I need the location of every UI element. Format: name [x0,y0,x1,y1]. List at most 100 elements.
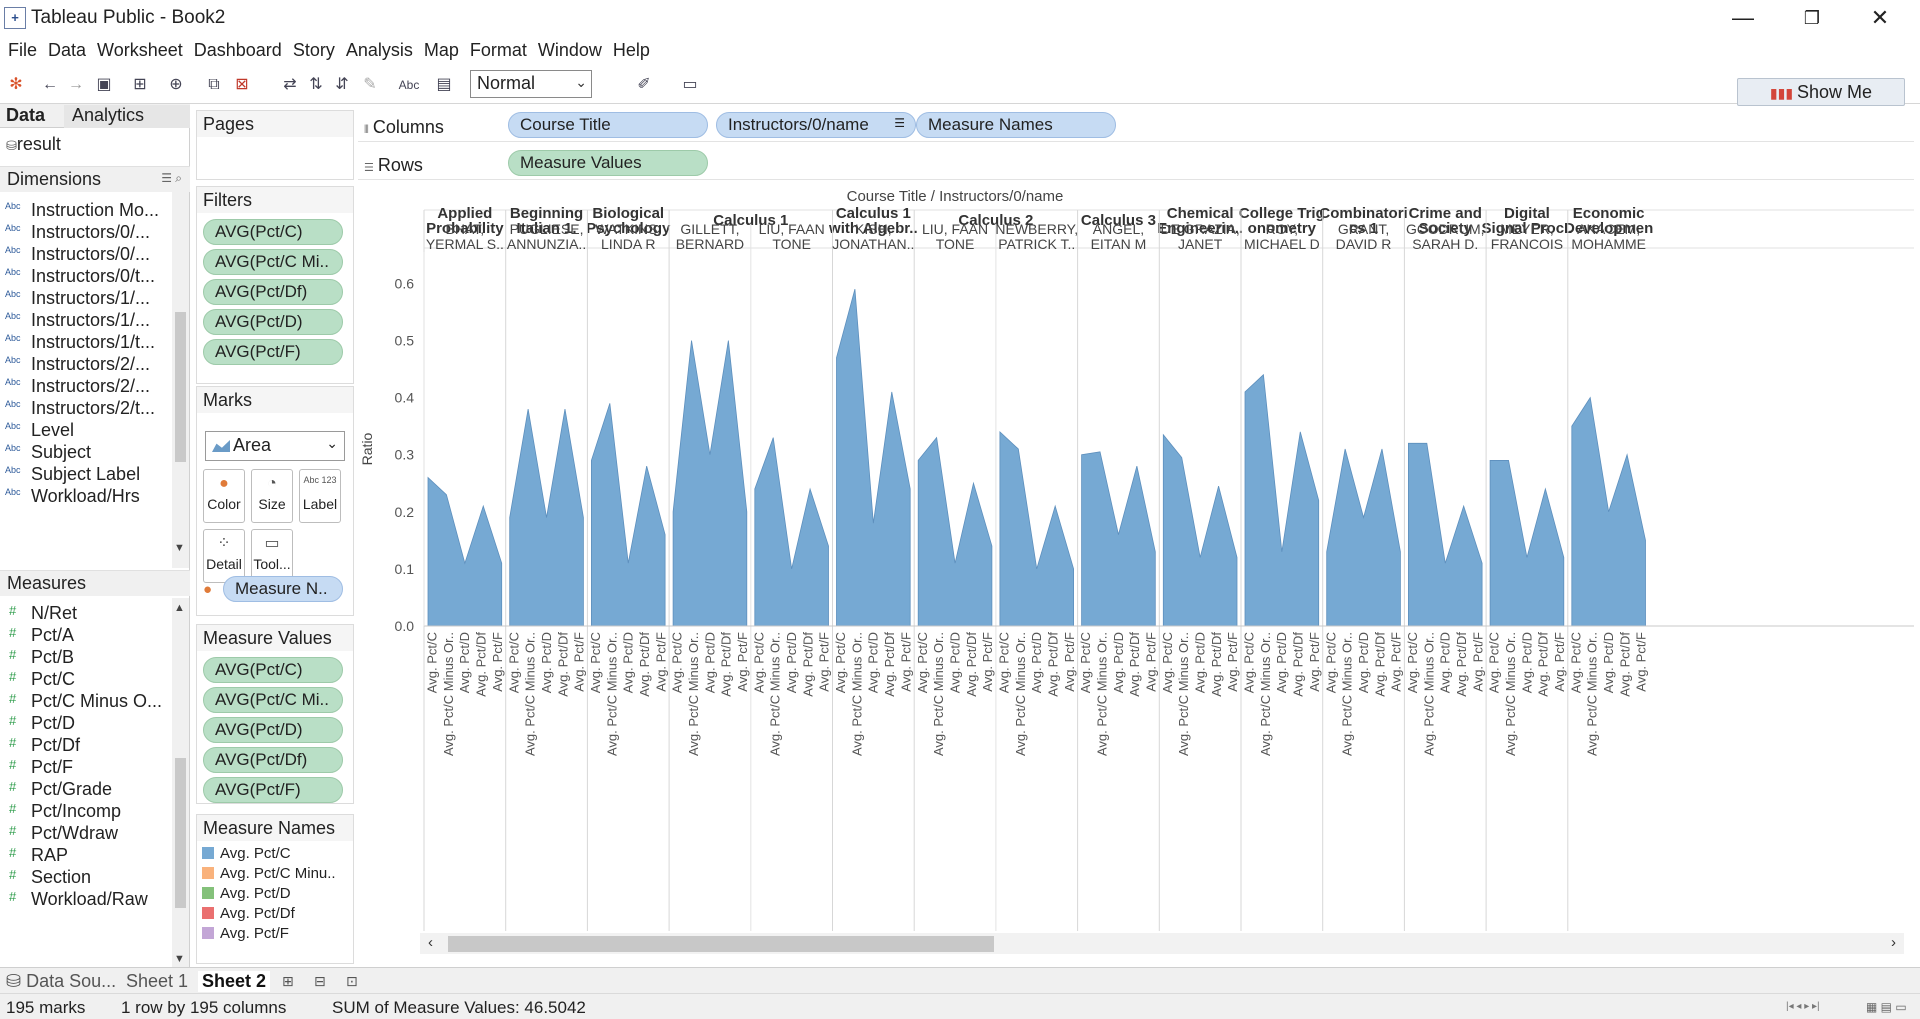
save-icon[interactable]: ▣ [94,75,114,95]
new-worksheet-icon[interactable]: ⊞ [282,973,294,990]
measure-value-pill[interactable]: AVG(Pct/F) [203,777,343,803]
view-mode-icon[interactable]: ▦ ▤ ▭ [1866,1000,1907,1014]
menu-item-worksheet[interactable]: Worksheet [97,36,191,66]
measure-value-pill[interactable]: AVG(Pct/C Mi.. [203,687,343,713]
area-chart[interactable]: Course Title / Instructors/0/name Ratio 0.… [358,186,1914,931]
legend-item[interactable]: Avg. Pct/C [202,845,291,865]
x-tick-label: Avg. Pct/F [572,632,587,692]
filter-pill[interactable]: AVG(Pct/D) [203,309,343,335]
tab-data[interactable]: Data [6,105,45,126]
new-story-icon[interactable]: ⊡ [346,973,358,990]
menu-item-story[interactable]: Story [293,36,343,66]
scroll-thumb[interactable] [175,758,186,908]
instructor-label: DE GRAZIA, [1160,221,1239,237]
legend-swatch [202,847,214,859]
pen-icon[interactable]: ✐ [634,75,654,95]
scroll-down-icon[interactable]: ▼ [174,542,185,554]
pages-title: Pages [197,111,353,137]
measure-value-pill[interactable]: AVG(Pct/C) [203,657,343,683]
rows-pill[interactable]: Measure Values [508,150,708,176]
size-mark-button[interactable]: ◔ Size [251,469,293,523]
columns-pill[interactable]: Measure Names [916,112,1116,138]
close-button[interactable]: ✕ [1850,2,1910,34]
horizontal-scrollbar[interactable]: ‹ › [420,933,1904,954]
swap-rows-columns-icon[interactable]: ⇄ [280,75,300,95]
menu-item-data[interactable]: Data [48,36,94,66]
measure-value-pill[interactable]: AVG(Pct/Df) [203,747,343,773]
show-me-button[interactable]: ▮▮▮ Show Me [1737,78,1905,106]
duplicate-sheet-icon[interactable]: ⧉ [204,75,224,95]
scroll-left-icon[interactable]: ‹ [428,934,433,951]
new-dashboard-icon[interactable]: ⊟ [314,973,326,990]
tab-sheet-1[interactable]: Sheet 1 [126,971,188,992]
columns-pill[interactable]: Course Title [508,112,708,138]
redo-icon[interactable]: → [66,75,86,95]
viz-area[interactable]: Course Title / Instructors/0/name Ratio 0.… [358,186,1914,961]
highlight-icon[interactable]: ✎ [360,75,380,95]
legend-item[interactable]: Avg. Pct/D [202,885,291,905]
label-mark-button[interactable]: Abc 123 Label [299,469,341,523]
scroll-thumb[interactable] [175,312,186,462]
columns-pill[interactable]: Instructors/0/name ☰ [716,112,916,138]
string-type-icon: Abc [5,333,21,343]
sort-ascending-icon[interactable]: ⇅ [306,75,326,95]
x-tick-label: Avg. Pct/C Minus Or.. [686,632,701,756]
tool-mark-button[interactable]: ▭ Tool... [251,529,293,583]
sheet-navigation-icon[interactable]: |◂ ◂ ▸ ▸| [1786,1001,1820,1012]
tab-datasource[interactable]: ⛁ Data Sou... [6,971,116,992]
clear-sheet-icon[interactable]: ⊠ [232,75,252,95]
x-tick-label: Avg. Pct/F [653,632,668,692]
tableau-home-icon[interactable]: ✻ [6,75,26,95]
fit-dropdown[interactable]: Normal ⌄ [470,70,592,98]
dimension-field[interactable]: Abc Workload/Hrs [0,483,172,510]
menu-item-help[interactable]: Help [613,36,658,66]
legend-item[interactable]: Avg. Pct/Df [202,905,295,925]
minimize-button[interactable]: — [1713,2,1773,34]
menu-item-dashboard[interactable]: Dashboard [194,36,290,66]
filter-pill[interactable]: AVG(Pct/Df) [203,279,343,305]
restore-button[interactable]: ❐ [1782,2,1842,34]
new-datasource-icon[interactable]: ⊞ [130,75,150,95]
dimensions-scrollbar[interactable]: ▼ [172,192,189,568]
search-icon[interactable]: ☰ ⌕ [161,171,182,186]
scroll-thumb[interactable] [448,936,994,952]
sort-descending-icon[interactable]: ⇵ [332,75,352,95]
pages-card[interactable]: Pages [196,110,354,180]
measure-value-pill[interactable]: AVG(Pct/D) [203,717,343,743]
x-tick-label: Avg. Pct/C Minus Or.. [604,632,619,756]
measure-field[interactable]: # Workload/Raw [0,886,172,913]
color-encoding-pill[interactable]: Measure N.. [223,576,343,602]
scroll-right-icon[interactable]: › [1891,934,1896,951]
filter-pill[interactable]: AVG(Pct/C Mi.. [203,249,343,275]
menu-item-format[interactable]: Format [470,36,535,66]
chevron-down-icon: ⌄ [326,435,338,451]
mark-type-dropdown[interactable]: Area ⌄ [205,431,345,461]
detail-mark-button[interactable]: ⁘ Detail [203,529,245,583]
new-worksheet-icon[interactable]: ⊕ [166,75,186,95]
menu-item-file[interactable]: File [8,36,45,66]
x-tick-label: Avg. Pct/D [1601,632,1616,693]
scroll-down-icon[interactable]: ▼ [174,953,185,965]
legend-item[interactable]: Avg. Pct/C Minu.. [202,865,336,885]
tab-analytics[interactable]: Analytics [64,105,190,128]
measures-scrollbar[interactable]: ▲ ▼ [172,598,189,973]
marks-card: Marks Area ⌄ ● Color ◔ Size Abc 123 Label ⁘ Det… [196,386,354,616]
filter-pill[interactable]: AVG(Pct/C) [203,219,343,245]
fix-axes-icon[interactable]: ▤ [434,75,454,95]
menu-item-map[interactable]: Map [424,36,467,66]
menu-item-window[interactable]: Window [538,36,610,66]
columns-shelf[interactable]: ⦀ Columns Course Title Instructors/0/name ☰… [358,110,1914,142]
tab-sheet-2[interactable]: Sheet 2 [198,971,271,992]
color-mark-button[interactable]: ● Color [203,469,245,523]
rows-shelf[interactable]: ☰ Rows Measure Values [358,148,1914,180]
legend-item[interactable]: Avg. Pct/F [202,925,289,945]
field-label: Instructors/0/... [31,222,151,242]
presentation-icon[interactable]: ▭ [680,75,700,95]
x-tick-label: Avg. Pct/Df [1209,632,1224,697]
filter-pill[interactable]: AVG(Pct/F) [203,339,343,365]
show-labels-icon[interactable]: Abc [396,75,422,95]
datasource-item[interactable]: ⛁result [6,134,61,155]
scroll-up-icon[interactable]: ▲ [174,602,185,614]
menu-item-analysis[interactable]: Analysis [346,36,421,66]
undo-icon[interactable]: ← [40,75,60,95]
